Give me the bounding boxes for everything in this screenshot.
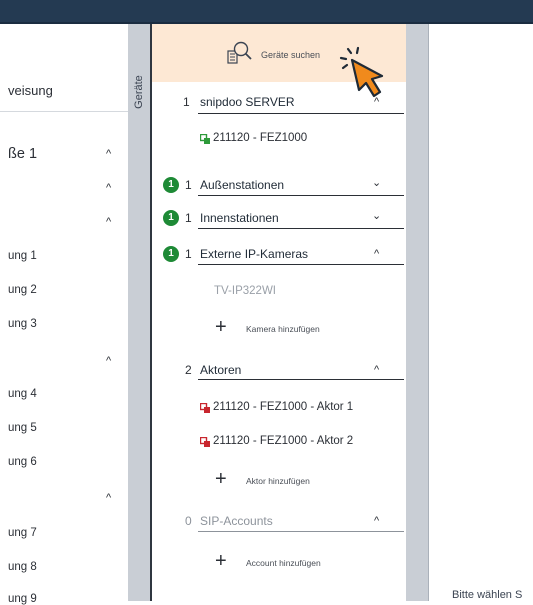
outdoor-section-title[interactable]: Außenstationen (200, 178, 284, 192)
server-count: 1 (183, 95, 190, 109)
chevron-up-icon[interactable]: ^ (374, 96, 379, 108)
add-account-button[interactable]: Account hinzufügen (246, 558, 321, 568)
left-panel-divider (0, 111, 128, 112)
actors-section-title[interactable]: Aktoren (200, 363, 241, 377)
add-camera-button[interactable]: Kamera hinzufügen (246, 324, 320, 334)
add-actor-button[interactable]: Aktor hinzufügen (246, 476, 310, 486)
cameras-count: 1 (185, 247, 192, 261)
indoor-section-title[interactable]: Innenstationen (200, 211, 279, 225)
left-panel-title: veisung (8, 83, 53, 98)
server-device-item[interactable]: 211120 - FEZ1000 (213, 132, 307, 144)
select-hint-text: Bitte wählen S (452, 589, 523, 601)
chevron-up-icon[interactable]: ^ (374, 248, 379, 260)
chevron-down-icon[interactable]: ⌄ (372, 209, 381, 222)
chevron-up-icon[interactable]: ^ (106, 355, 111, 367)
alert-badge: 1 (163, 177, 179, 193)
section-underline (198, 531, 404, 532)
actors-count: 2 (185, 363, 192, 377)
section-underline (198, 195, 404, 196)
chevron-up-icon[interactable]: ^ (374, 515, 379, 527)
indoor-count: 1 (185, 211, 192, 225)
chevron-down-icon[interactable]: ⌄ (372, 176, 381, 189)
devices-tab-text: Geräte (133, 75, 145, 109)
left-list-item[interactable]: ung 8 (8, 561, 37, 573)
alert-badge: 1 (163, 210, 179, 226)
plus-icon[interactable]: + (215, 317, 227, 337)
click-cursor-icon (338, 46, 394, 107)
left-list-item[interactable]: ung 1 (8, 250, 37, 262)
sip-section-title[interactable]: SIP-Accounts (200, 514, 273, 528)
section-underline (198, 113, 404, 114)
actor-device-item[interactable]: 211120 - FEZ1000 - Aktor 1 (213, 401, 353, 413)
actor-device-icon (199, 435, 211, 453)
cameras-section-title[interactable]: Externe IP-Kameras (200, 247, 308, 261)
right-panel (429, 24, 533, 601)
left-list-item[interactable]: ße 1 (8, 146, 37, 162)
panel-scroll-strip[interactable] (406, 24, 428, 601)
plus-icon[interactable]: + (215, 551, 227, 571)
window-top-bar (0, 0, 533, 22)
devices-tab-label[interactable]: Geräte (131, 70, 147, 118)
section-underline (198, 228, 404, 229)
left-list-item[interactable]: ung 7 (8, 527, 37, 539)
section-underline (198, 379, 404, 380)
camera-item[interactable]: TV-IP322WI (214, 285, 276, 297)
left-list-item[interactable]: ung 9 (8, 593, 37, 605)
outdoor-count: 1 (185, 178, 192, 192)
section-underline (198, 264, 404, 265)
chevron-up-icon[interactable]: ^ (106, 182, 111, 194)
actor-device-item[interactable]: 211120 - FEZ1000 - Aktor 2 (213, 435, 353, 447)
server-section-title[interactable]: snipdoo SERVER (200, 95, 295, 109)
sip-count: 0 (185, 514, 192, 528)
alert-badge: 1 (163, 246, 179, 262)
search-devices-label[interactable]: Geräte suchen (261, 50, 320, 60)
plus-icon[interactable]: + (215, 469, 227, 489)
left-list-item[interactable]: ung 5 (8, 422, 37, 434)
left-list-item[interactable]: ung 3 (8, 318, 37, 330)
server-device-icon (199, 132, 211, 150)
left-list-item[interactable]: ung 4 (8, 388, 37, 400)
chevron-up-icon[interactable]: ^ (106, 492, 111, 504)
actor-device-icon (199, 401, 211, 419)
chevron-up-icon[interactable]: ^ (374, 364, 379, 376)
left-list-item[interactable]: ung 6 (8, 456, 37, 468)
left-list-item[interactable]: ung 2 (8, 284, 37, 296)
chevron-up-icon[interactable]: ^ (106, 216, 111, 228)
chevron-up-icon[interactable]: ^ (106, 148, 111, 160)
device-search-icon[interactable] (226, 39, 256, 72)
